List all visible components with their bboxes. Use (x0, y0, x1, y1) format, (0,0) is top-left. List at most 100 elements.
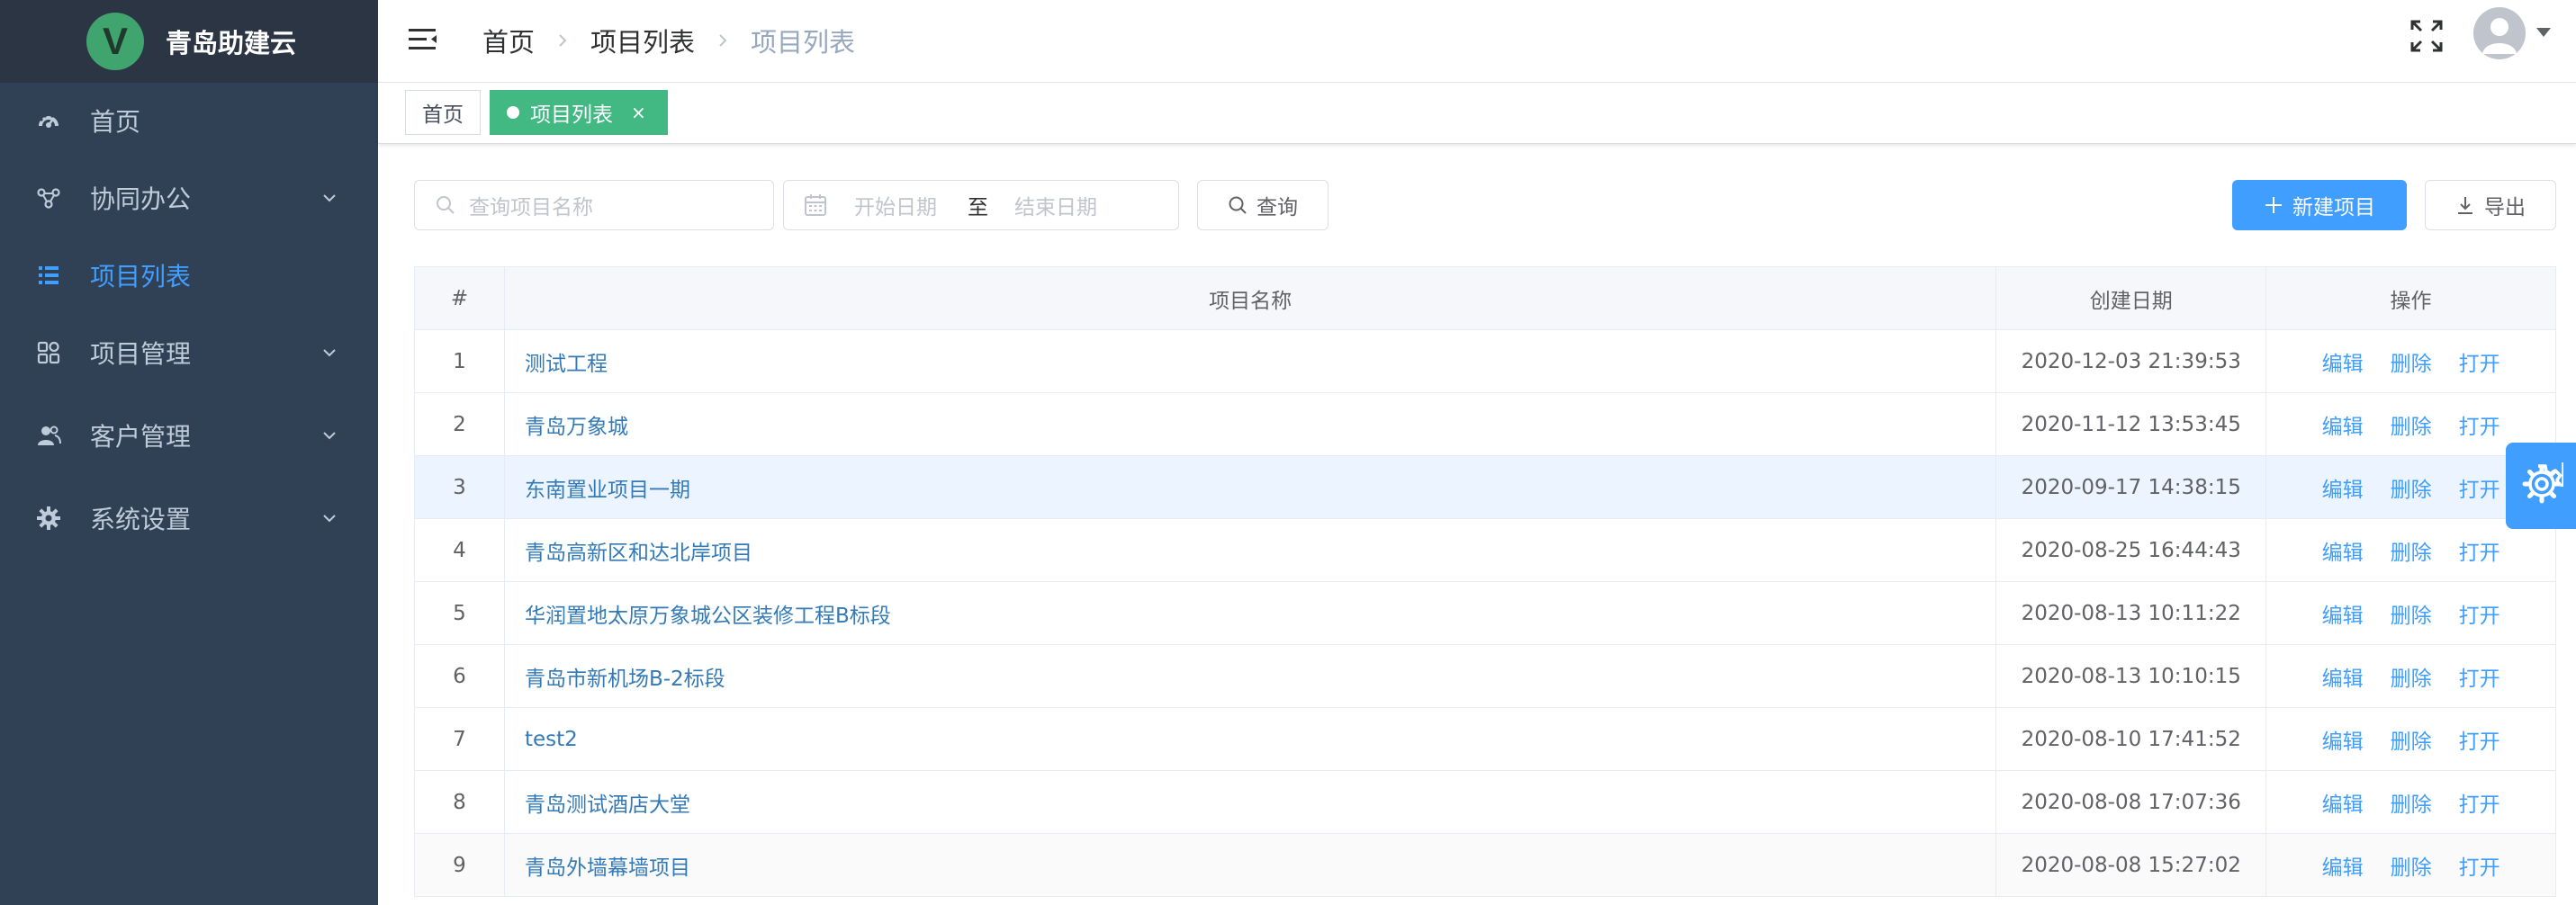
project-name-link[interactable]: 东南置业项目一期 (505, 456, 1997, 518)
sidebar-item-project-management[interactable]: 项目管理 (0, 315, 378, 390)
end-date-input[interactable]: 结束日期 (1014, 190, 1097, 220)
created-date: 2020-08-13 10:11:22 (1996, 582, 2267, 644)
delete-button[interactable]: 删除 (2391, 850, 2432, 881)
open-button[interactable]: 打开 (2459, 409, 2500, 440)
start-date-input[interactable]: 开始日期 (854, 190, 937, 220)
close-icon[interactable]: × (631, 102, 646, 123)
open-button[interactable]: 打开 (2459, 661, 2500, 692)
delete-button[interactable]: 删除 (2391, 535, 2432, 566)
query-label: 查询 (1256, 196, 1298, 220)
delete-button[interactable]: 删除 (2391, 346, 2432, 377)
open-button[interactable]: 打开 (2459, 850, 2500, 881)
breadcrumb: 首页 项目列表 项目列表 (482, 20, 855, 61)
open-button[interactable]: 打开 (2459, 472, 2500, 503)
table-row: 5 华润置地太原万象城公区装修工程B标段 2020-08-13 10:11:22… (415, 582, 2556, 645)
breadcrumb-item-project-list[interactable]: 项目列表 (590, 22, 695, 59)
project-name-link[interactable]: test2 (505, 708, 1997, 770)
created-date: 2020-08-25 16:44:43 (1996, 519, 2267, 581)
list-icon (34, 261, 63, 290)
delete-button[interactable]: 删除 (2391, 724, 2432, 755)
column-header-date: 创建日期 (1996, 267, 2267, 329)
open-button[interactable]: 打开 (2459, 535, 2500, 566)
sidebar-item-customer-management[interactable]: 客户管理 (0, 398, 378, 473)
date-separator: 至 (968, 196, 988, 220)
search-icon (435, 194, 456, 216)
created-date: 2020-08-13 10:10:15 (1996, 645, 2267, 707)
edit-button[interactable]: 编辑 (2322, 535, 2364, 566)
column-header-name: 项目名称 (505, 267, 1997, 329)
delete-button[interactable]: 删除 (2391, 472, 2432, 503)
app-title: 青岛助建云 (166, 28, 297, 58)
project-name-link[interactable]: 华润置地太原万象城公区装修工程B标段 (505, 582, 1997, 644)
search-icon (1228, 195, 1247, 215)
open-button[interactable]: 打开 (2459, 787, 2500, 818)
caret-down-icon[interactable] (2535, 25, 2553, 38)
tag-project-list[interactable]: 项目列表 × (490, 90, 668, 135)
sidebar-item-label: 项目管理 (90, 339, 192, 369)
search-input[interactable]: 查询项目名称 (414, 180, 774, 230)
breadcrumb-item-home[interactable]: 首页 (482, 22, 535, 59)
tag-home[interactable]: 首页 (405, 90, 481, 135)
open-button[interactable]: 打开 (2459, 598, 2500, 629)
sidebar-item-collaboration[interactable]: 协同办公 (0, 160, 378, 236)
created-date: 2020-08-08 15:27:02 (1996, 834, 2267, 896)
row-actions: 编辑 删除 打开 (2266, 645, 2556, 707)
query-button[interactable]: 查询 (1197, 180, 1329, 230)
table-row: 4 青岛高新区和达北岸项目 2020-08-25 16:44:43 编辑 删除 … (415, 519, 2556, 582)
avatar[interactable] (2473, 7, 2526, 59)
new-project-button[interactable]: 新建项目 (2232, 180, 2407, 230)
delete-button[interactable]: 删除 (2391, 598, 2432, 629)
sidebar-item-home[interactable]: 首页 (0, 83, 378, 158)
plus-icon (2264, 195, 2283, 215)
edit-button[interactable]: 编辑 (2322, 346, 2364, 377)
brand[interactable]: V 青岛助建云 (0, 0, 378, 83)
settings-panel-button[interactable] (2506, 443, 2576, 529)
edit-button[interactable]: 编辑 (2322, 850, 2364, 881)
table-row: 1 测试工程 2020-12-03 21:39:53 编辑 删除 打开 (415, 330, 2556, 393)
table-row: 8 青岛测试酒店大堂 2020-08-08 17:07:36 编辑 删除 打开 (415, 771, 2556, 834)
delete-button[interactable]: 删除 (2391, 787, 2432, 818)
sidebar-item-label: 首页 (90, 107, 141, 137)
project-name-link[interactable]: 青岛测试酒店大堂 (505, 771, 1997, 833)
table-row: 2 青岛万象城 2020-11-12 13:53:45 编辑 删除 打开 (415, 393, 2556, 456)
edit-button[interactable]: 编辑 (2322, 724, 2364, 755)
export-button[interactable]: 导出 (2425, 180, 2556, 230)
sidebar-item-project-list[interactable]: 项目列表 (0, 237, 378, 313)
edit-button[interactable]: 编辑 (2322, 787, 2364, 818)
created-date: 2020-11-12 13:53:45 (1996, 393, 2267, 455)
project-name-link[interactable]: 青岛市新机场B-2标段 (505, 645, 1997, 707)
date-range-picker[interactable]: 开始日期 至 结束日期 (783, 180, 1179, 230)
project-table: # 项目名称 创建日期 操作 1 测试工程 2020-12-03 21:39:5… (414, 266, 2556, 897)
edit-button[interactable]: 编辑 (2322, 661, 2364, 692)
row-actions: 编辑 删除 打开 (2266, 708, 2556, 770)
download-icon (2455, 195, 2475, 215)
edit-button[interactable]: 编辑 (2322, 598, 2364, 629)
row-index: 5 (415, 582, 505, 644)
search-placeholder: 查询项目名称 (469, 196, 593, 220)
edit-button[interactable]: 编辑 (2322, 472, 2364, 503)
open-button[interactable]: 打开 (2459, 346, 2500, 377)
row-index: 7 (415, 708, 505, 770)
project-name-link[interactable]: 青岛万象城 (505, 393, 1997, 455)
table-row: 3 东南置业项目一期 2020-09-17 14:38:15 编辑 删除 打开 (415, 456, 2556, 519)
created-date: 2020-09-17 14:38:15 (1996, 456, 2267, 518)
created-date: 2020-08-10 17:41:52 (1996, 708, 2267, 770)
project-name-link[interactable]: 青岛外墙幕墙项目 (505, 834, 1997, 896)
edit-button[interactable]: 编辑 (2322, 409, 2364, 440)
delete-button[interactable]: 删除 (2391, 409, 2432, 440)
dashboard-icon (34, 106, 63, 135)
chevron-right-icon (551, 29, 574, 52)
row-actions: 编辑 删除 打开 (2266, 771, 2556, 833)
fullscreen-icon[interactable] (2409, 18, 2445, 54)
open-button[interactable]: 打开 (2459, 724, 2500, 755)
sidebar: V 青岛助建云 首页 协同办公 项目列表 项目管理 客户管理 系统设置 (0, 0, 378, 905)
row-index: 2 (415, 393, 505, 455)
project-name-link[interactable]: 青岛高新区和达北岸项目 (505, 519, 1997, 581)
sidebar-item-label: 系统设置 (90, 505, 192, 534)
delete-button[interactable]: 删除 (2391, 661, 2432, 692)
sidebar-item-system-settings[interactable]: 系统设置 (0, 480, 378, 556)
project-name-link[interactable]: 测试工程 (505, 330, 1997, 392)
chevron-down-icon (320, 189, 338, 207)
hamburger-icon[interactable] (407, 23, 439, 56)
calendar-icon (804, 193, 827, 217)
